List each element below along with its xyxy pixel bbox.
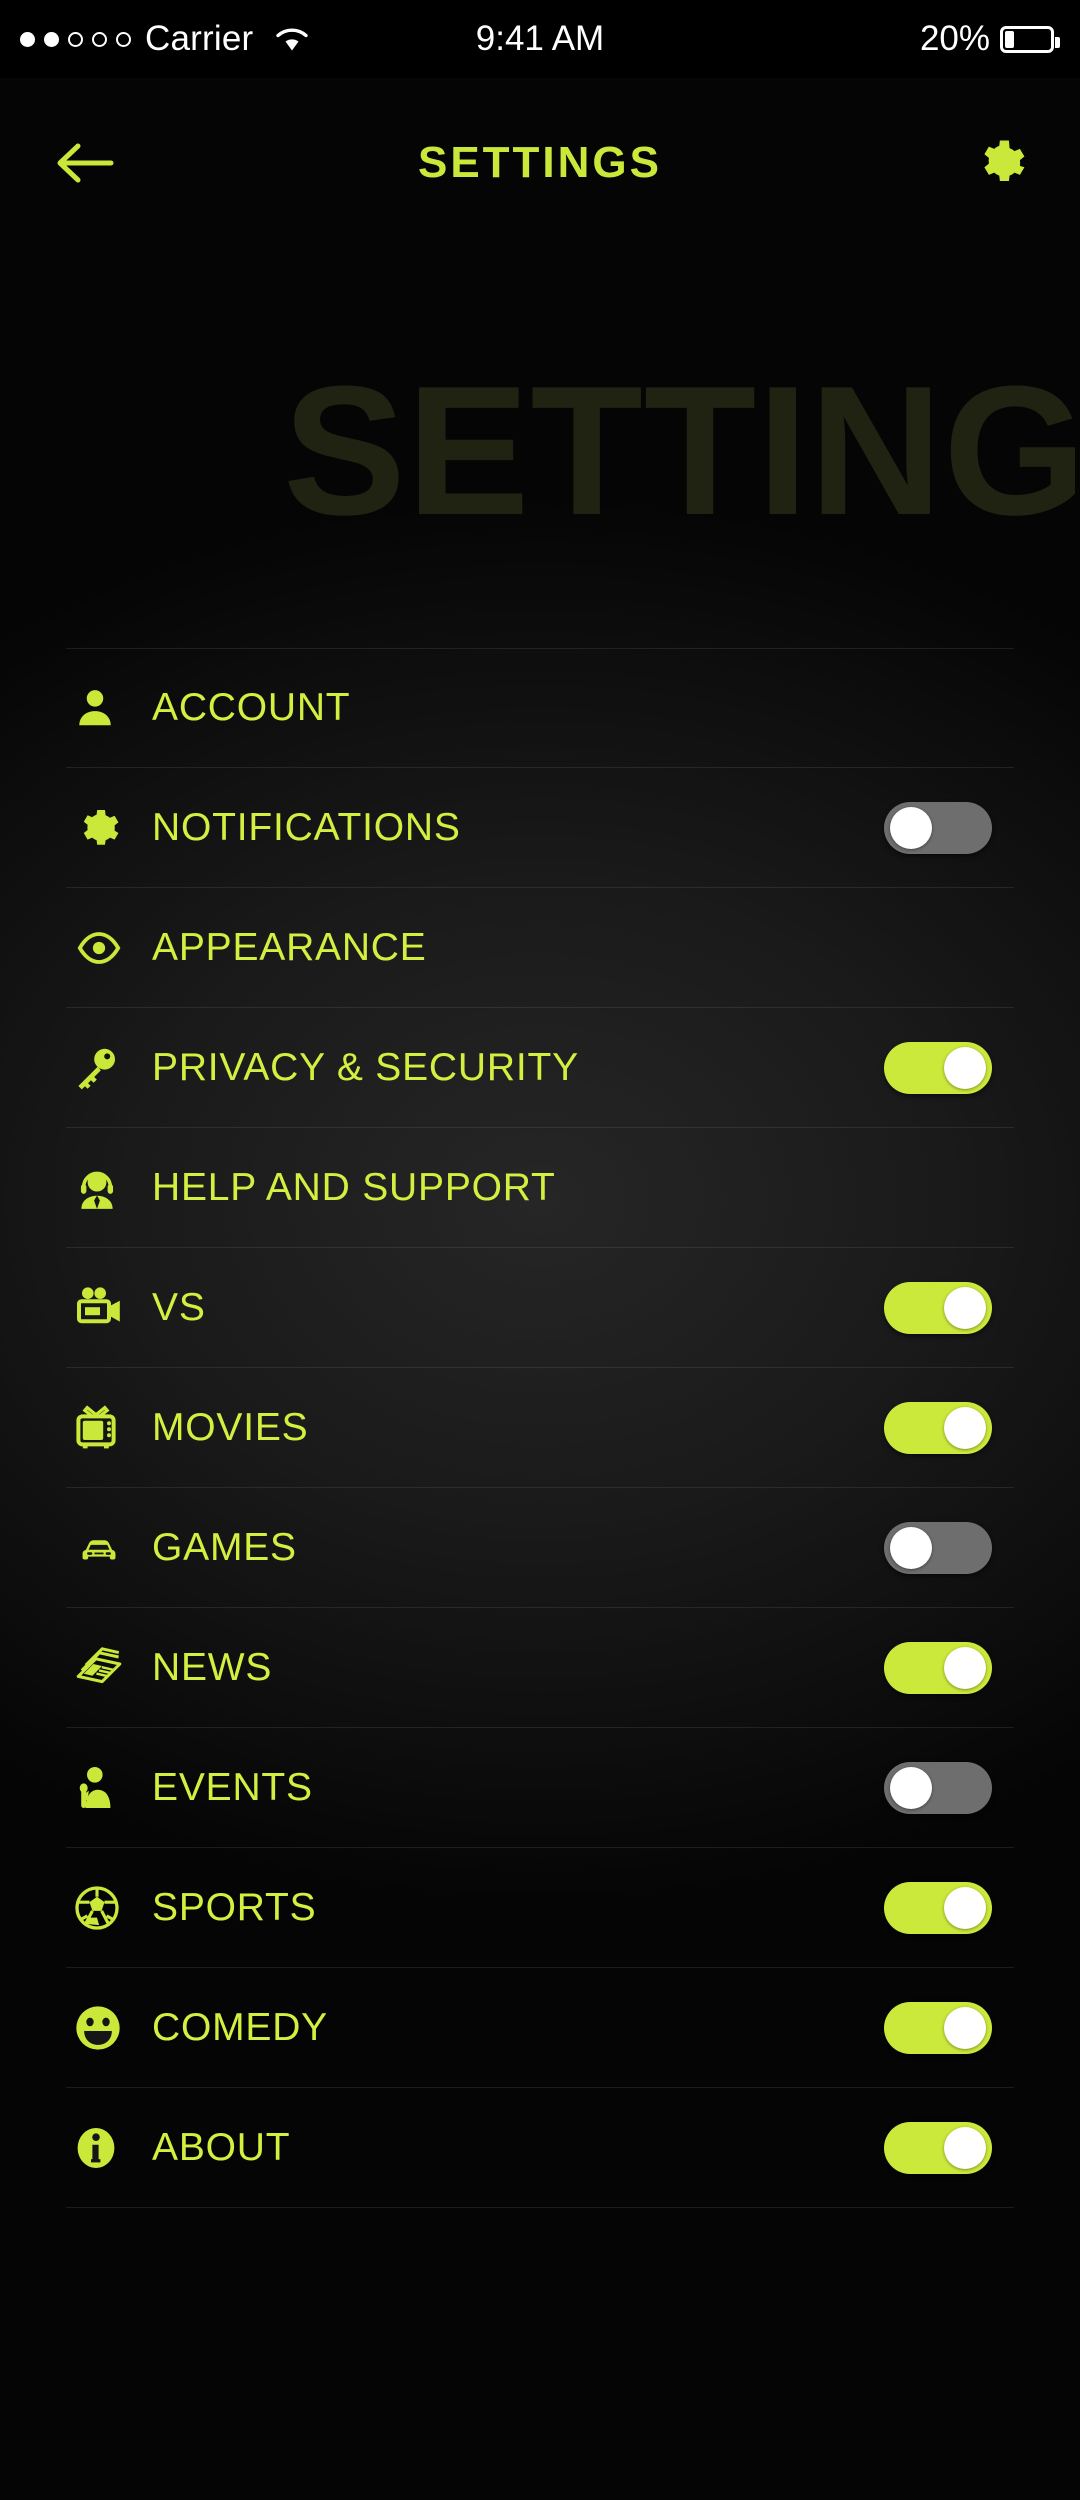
settings-row[interactable]: EVENTS: [66, 1728, 1014, 1848]
settings-row-toggle[interactable]: [884, 801, 992, 854]
signal-dot: [44, 31, 59, 47]
soccer-ball-icon: [66, 1883, 152, 1933]
battery-icon: [1000, 25, 1060, 53]
settings-row[interactable]: ABOUT: [66, 2088, 1014, 2208]
settings-row[interactable]: GAMES: [66, 1488, 1014, 1608]
settings-row-label: HELP AND SUPPORT: [152, 1165, 556, 1209]
back-button[interactable]: [54, 140, 116, 186]
settings-row[interactable]: PRIVACY & SECURITY: [66, 1008, 1014, 1128]
toggle-knob: [944, 2006, 986, 2049]
settings-row[interactable]: MOVIES: [66, 1368, 1014, 1488]
car-icon: [66, 1527, 152, 1569]
movie-camera-icon: [66, 1284, 152, 1332]
toggle-knob: [944, 1886, 986, 1929]
settings-row-label: ACCOUNT: [152, 686, 351, 729]
settings-row-toggle[interactable]: [884, 2001, 992, 2054]
info-circle-icon: [66, 2123, 152, 2173]
signal-strength-icon: [20, 31, 131, 47]
status-bar-left: Carrier: [0, 19, 920, 59]
toggle-knob: [890, 1526, 932, 1569]
settings-row-label: ABOUT: [152, 2125, 291, 2169]
status-bar: Carrier 9:41 AM 20%: [0, 0, 1080, 78]
toggle-knob: [944, 1406, 986, 1449]
toggle-knob: [944, 2126, 986, 2169]
settings-row-label: VS: [152, 1285, 206, 1329]
gear-icon: [66, 804, 152, 852]
wifi-icon: [275, 26, 309, 52]
settings-row-toggle[interactable]: [884, 1401, 992, 1454]
settings-gear-button[interactable]: [972, 136, 1026, 190]
settings-list: ACCOUNT NOTIFICATIONS APPEARANCE PRIVACY & …: [66, 648, 1014, 2208]
settings-row-label: MOVIES: [152, 1405, 309, 1449]
signal-dot: [92, 31, 107, 47]
settings-row-label: NOTIFICATIONS: [152, 805, 461, 849]
settings-row-label: NEWS: [152, 1645, 273, 1689]
settings-row[interactable]: NOTIFICATIONS: [66, 768, 1014, 888]
settings-row-toggle[interactable]: [884, 2121, 992, 2174]
settings-row-label: EVENTS: [152, 1765, 313, 1809]
key-icon: [66, 1044, 152, 1092]
settings-row[interactable]: VS: [66, 1248, 1014, 1368]
gear-icon: [984, 140, 1025, 181]
settings-row-label: APPEARANCE: [152, 925, 427, 969]
settings-row-toggle[interactable]: [884, 1041, 992, 1094]
signal-dot: [116, 31, 131, 47]
toggle-knob: [944, 1286, 986, 1329]
television-icon: [66, 1403, 152, 1453]
settings-row-toggle[interactable]: [884, 1521, 992, 1574]
settings-row-label: SPORTS: [152, 1885, 317, 1929]
status-bar-right: 20%: [920, 19, 1080, 59]
settings-row[interactable]: COMEDY: [66, 1968, 1014, 2088]
settings-row[interactable]: ACCOUNT: [66, 648, 1014, 768]
app-header: SETTINGS: [0, 78, 1080, 248]
settings-row-toggle[interactable]: [884, 1281, 992, 1334]
battery-percent-label: 20%: [919, 19, 990, 58]
newspaper-icon: [66, 1644, 152, 1692]
settings-row-label: COMEDY: [152, 2005, 328, 2049]
settings-row[interactable]: SPORTS: [66, 1848, 1014, 1968]
signal-dot: [68, 31, 83, 47]
toggle-knob: [890, 806, 932, 849]
settings-row-label: GAMES: [152, 1525, 297, 1569]
settings-row-toggle[interactable]: [884, 1761, 992, 1814]
toggle-knob: [890, 1766, 932, 1809]
settings-row-toggle[interactable]: [884, 1641, 992, 1694]
page-title: SETTINGS: [417, 138, 663, 187]
settings-row-toggle[interactable]: [884, 1881, 992, 1934]
watermark-text: SETTING: [283, 347, 1080, 553]
singer-icon: [66, 1763, 152, 1813]
settings-screen: Carrier 9:41 AM 20% SETTINGS SETTING ACC…: [0, 0, 1080, 2500]
settings-row[interactable]: APPEARANCE: [66, 888, 1014, 1008]
eye-icon: [66, 925, 152, 971]
carrier-label: Carrier: [145, 19, 254, 58]
toggle-knob: [944, 1046, 986, 1089]
settings-row[interactable]: HELP AND SUPPORT: [66, 1128, 1014, 1248]
signal-dot: [20, 31, 35, 47]
toggle-knob: [944, 1646, 986, 1689]
support-agent-icon: [66, 1163, 152, 1213]
smiley-face-icon: [66, 2002, 152, 2054]
settings-row[interactable]: NEWS: [66, 1608, 1014, 1728]
person-icon: [66, 685, 152, 731]
settings-row-label: PRIVACY & SECURITY: [152, 1045, 579, 1089]
